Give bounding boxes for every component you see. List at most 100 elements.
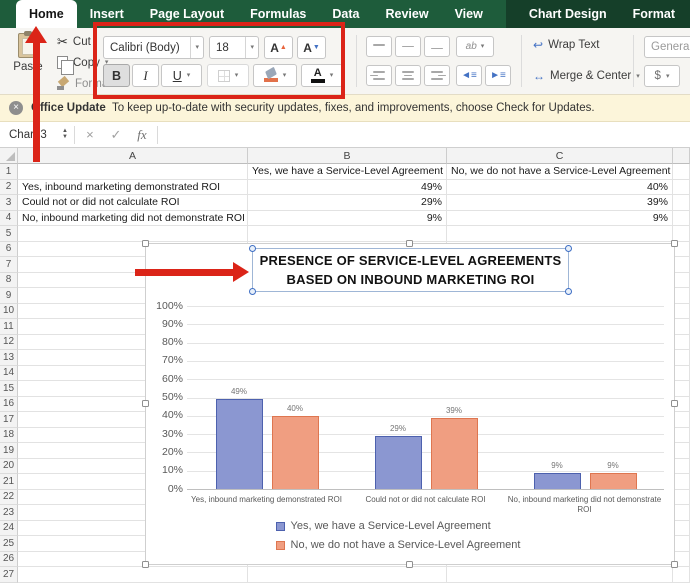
cell-c5[interactable]: [447, 226, 673, 242]
column-header-b[interactable]: B: [248, 148, 447, 164]
row-header-10[interactable]: 10: [0, 304, 18, 320]
cell-b2[interactable]: 49%: [248, 180, 447, 196]
cell-d10[interactable]: [673, 304, 690, 320]
cell-c4[interactable]: 9%: [447, 211, 673, 227]
wrap-text-button[interactable]: ↩ Wrap Text: [533, 39, 599, 51]
tab-home[interactable]: Home: [16, 0, 77, 28]
row-header-6[interactable]: 6: [0, 242, 18, 258]
title-selection-handle[interactable]: [565, 288, 572, 295]
legend-item-series1[interactable]: Yes, we have a Service-Level Agreement: [276, 520, 491, 532]
chart-title[interactable]: PRESENCE OF SERVICE-LEVEL AGREEMENTS BAS…: [252, 248, 569, 292]
cell-d13[interactable]: [673, 350, 690, 366]
cell-b4[interactable]: 9%: [248, 211, 447, 227]
align-center-button[interactable]: [395, 65, 421, 86]
row-header-23[interactable]: 23: [0, 505, 18, 521]
tab-view[interactable]: View: [442, 0, 496, 28]
row-header-19[interactable]: 19: [0, 443, 18, 459]
cell-a4[interactable]: No, inbound marketing did not demonstrat…: [18, 211, 248, 227]
align-top-button[interactable]: [366, 36, 392, 57]
row-header-27[interactable]: 27: [0, 567, 18, 583]
currency-button[interactable]: $ ▾: [644, 65, 680, 87]
number-format-select[interactable]: General: [644, 36, 690, 58]
row-header-17[interactable]: 17: [0, 412, 18, 428]
selection-handle[interactable]: [142, 400, 149, 407]
cell-d4[interactable]: [673, 211, 690, 227]
cell-d18[interactable]: [673, 428, 690, 444]
cell-d3[interactable]: [673, 195, 690, 211]
row-header-13[interactable]: 13: [0, 350, 18, 366]
cell-a5[interactable]: [18, 226, 248, 242]
row-header-7[interactable]: 7: [0, 257, 18, 273]
decrease-indent-button[interactable]: ◄≡: [456, 65, 482, 86]
cell-a3[interactable]: Could not or did not calculate ROI: [18, 195, 248, 211]
cell-d19[interactable]: [673, 443, 690, 459]
cell-a2[interactable]: Yes, inbound marketing demonstrated ROI: [18, 180, 248, 196]
orientation-button[interactable]: ab ▾: [456, 36, 494, 57]
row-header-8[interactable]: 8: [0, 273, 18, 289]
name-box-stepper[interactable]: ▲▼: [58, 129, 72, 141]
cell-b3[interactable]: 29%: [248, 195, 447, 211]
currency-dropdown-icon[interactable]: ▾: [666, 73, 670, 80]
tab-format[interactable]: Format: [620, 0, 688, 28]
align-right-button[interactable]: [424, 65, 450, 86]
cell-c2[interactable]: 40%: [447, 180, 673, 196]
tab-chart-design[interactable]: Chart Design: [516, 0, 620, 28]
title-selection-handle[interactable]: [249, 245, 256, 252]
row-header-16[interactable]: 16: [0, 397, 18, 413]
cell-b5[interactable]: [248, 226, 447, 242]
select-all-corner[interactable]: [0, 148, 18, 164]
orientation-dropdown-icon[interactable]: ▾: [481, 43, 485, 50]
align-left-button[interactable]: [366, 65, 392, 86]
cancel-icon[interactable]: ×: [77, 127, 103, 142]
selection-handle[interactable]: [142, 240, 149, 247]
row-header-9[interactable]: 9: [0, 288, 18, 304]
selection-handle[interactable]: [671, 400, 678, 407]
cell-d21[interactable]: [673, 474, 690, 490]
column-header-a[interactable]: A: [18, 148, 248, 164]
row-header-1[interactable]: 1: [0, 164, 18, 180]
cell-d9[interactable]: [673, 288, 690, 304]
merge-center-dropdown-icon[interactable]: ▾: [636, 73, 640, 80]
row-header-21[interactable]: 21: [0, 474, 18, 490]
title-selection-handle[interactable]: [565, 245, 572, 252]
bar-series1-cat1[interactable]: [216, 399, 263, 489]
cell-d22[interactable]: [673, 490, 690, 506]
cell-d2[interactable]: [673, 180, 690, 196]
row-header-3[interactable]: 3: [0, 195, 18, 211]
enter-icon[interactable]: ✓: [103, 127, 129, 143]
row-header-18[interactable]: 18: [0, 428, 18, 444]
align-bottom-button[interactable]: [424, 36, 450, 57]
increase-indent-button[interactable]: ►≡: [485, 65, 511, 86]
row-header-14[interactable]: 14: [0, 366, 18, 382]
cell-d20[interactable]: [673, 459, 690, 475]
selection-handle[interactable]: [406, 561, 413, 568]
row-header-11[interactable]: 11: [0, 319, 18, 335]
cell-a27[interactable]: [18, 567, 248, 583]
cell-d27[interactable]: [673, 567, 690, 583]
row-header-12[interactable]: 12: [0, 335, 18, 351]
cell-c3[interactable]: 39%: [447, 195, 673, 211]
bar-series1-cat3[interactable]: [534, 473, 581, 489]
legend-item-series2[interactable]: No, we do not have a Service-Level Agree…: [276, 539, 521, 551]
row-header-2[interactable]: 2: [0, 180, 18, 196]
cell-b1[interactable]: Yes, we have a Service-Level Agreement: [248, 164, 447, 180]
row-header-20[interactable]: 20: [0, 459, 18, 475]
cell-d23[interactable]: [673, 505, 690, 521]
cell-d7[interactable]: [673, 257, 690, 273]
selection-handle[interactable]: [406, 240, 413, 247]
row-header-15[interactable]: 15: [0, 381, 18, 397]
column-header-c[interactable]: C: [447, 148, 673, 164]
bar-series2-cat2[interactable]: [431, 418, 478, 489]
cell-d12[interactable]: [673, 335, 690, 351]
row-header-4[interactable]: 4: [0, 211, 18, 227]
row-header-5[interactable]: 5: [0, 226, 18, 242]
tab-review[interactable]: Review: [372, 0, 441, 28]
selection-handle[interactable]: [142, 561, 149, 568]
cell-c1[interactable]: No, we do not have a Service-Level Agree…: [447, 164, 673, 180]
cell-d24[interactable]: [673, 521, 690, 537]
insert-function-button[interactable]: fx: [129, 127, 155, 143]
cell-d1[interactable]: [673, 164, 690, 180]
selection-handle[interactable]: [671, 240, 678, 247]
title-selection-handle[interactable]: [249, 288, 256, 295]
row-header-26[interactable]: 26: [0, 552, 18, 568]
